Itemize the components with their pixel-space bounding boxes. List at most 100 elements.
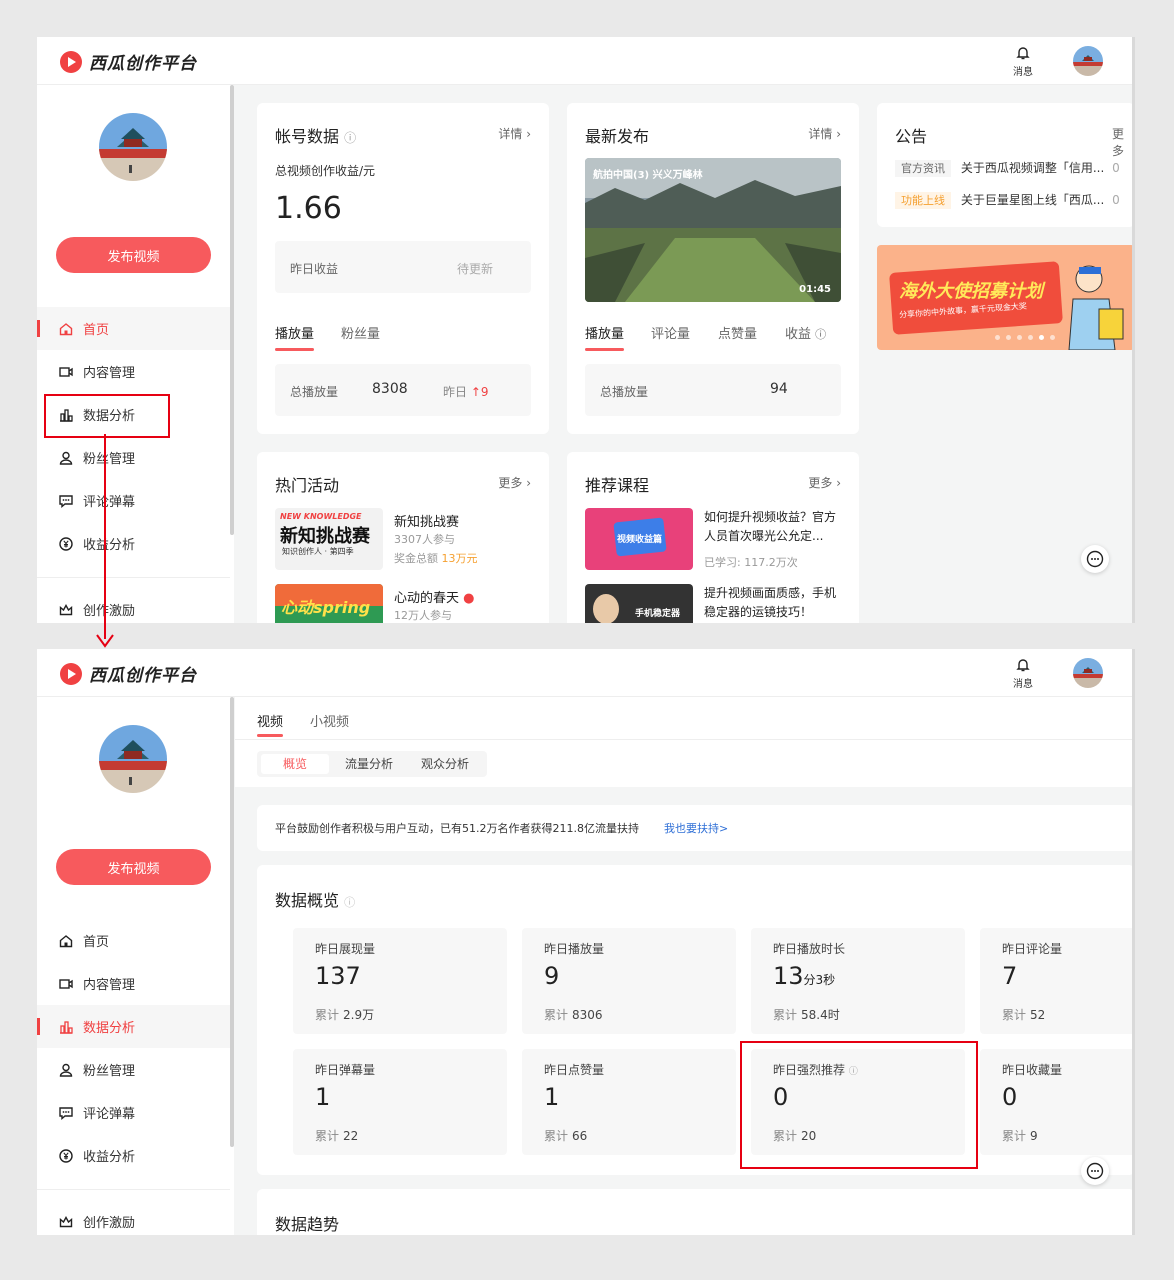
tab-likes[interactable]: 点赞量 xyxy=(718,323,757,342)
courses-more-link[interactable]: 更多 › xyxy=(808,474,841,491)
user-avatar[interactable] xyxy=(1073,46,1103,76)
profile-avatar[interactable] xyxy=(99,113,167,181)
sidebar-item-analytics[interactable]: 数据分析 xyxy=(37,1005,230,1048)
banner-headline: 海外大使招募计划 xyxy=(899,281,1043,302)
sidebar-item-fans[interactable]: 粉丝管理 xyxy=(37,1048,230,1091)
user-icon xyxy=(59,1063,73,1077)
sidebar-item-incentive[interactable]: 创作激励 xyxy=(37,588,230,623)
sidebar-item-content[interactable]: 内容管理 xyxy=(37,350,230,393)
stat-value: 13分3秒 xyxy=(773,962,836,990)
arrow-down-icon xyxy=(96,634,114,648)
card-title: 帐号数据 ⓘ xyxy=(275,127,357,146)
event-participants: 3307人参与 xyxy=(394,533,455,546)
subtab-traffic[interactable]: 流量分析 xyxy=(345,755,393,772)
card-title: 最新发布 xyxy=(585,127,650,146)
event-name: 心动的春天 ● xyxy=(394,591,475,606)
sidebar-item-incentive[interactable]: 创作激励 xyxy=(37,1200,230,1235)
sidebar-item-label: 收益分析 xyxy=(83,538,136,553)
course-item[interactable]: 视频收益篇 如何提升视频收益？官方人员首次曝光公允定... 已学习: 117.2… xyxy=(585,508,841,570)
sidebar-item-revenue[interactable]: 收益分析 xyxy=(37,1134,230,1177)
account-data-card: 帐号数据 ⓘ 详情 › 总视频创作收益/元 1.66 昨日收益 待更新 播放量 … xyxy=(257,103,549,434)
event-item[interactable]: 心动spring 心动的春天 ● 12万人参与 xyxy=(275,584,531,623)
chat-float-button[interactable] xyxy=(1081,1157,1109,1185)
sidebar-item-home[interactable]: 首页 xyxy=(37,307,230,350)
subtab-overview[interactable]: 概览 xyxy=(261,754,329,774)
support-notice-text: 平台鼓励创作者积极与用户互动，已有51.2万名作者获得211.8亿流量扶持 xyxy=(275,822,639,835)
chat-float-button[interactable] xyxy=(1081,545,1109,573)
event-prize: 奖金总额 13万元 xyxy=(394,552,478,565)
stat-value: 1 xyxy=(315,1083,331,1111)
chat-icon xyxy=(1086,550,1104,568)
stat-label: 昨日收藏量 xyxy=(1002,1063,1063,1077)
messages-button[interactable]: 消息 xyxy=(1011,45,1035,78)
event-item[interactable]: NEW KNOWLEDGE 新知挑战赛 知识创作人 · 第四季 新知挑战赛 33… xyxy=(275,508,531,570)
events-more-link[interactable]: 更多 › xyxy=(498,474,531,491)
banner-character xyxy=(1068,265,1124,350)
messages-label: 消息 xyxy=(1013,679,1033,690)
yuan-icon xyxy=(59,1148,73,1163)
publish-video-button[interactable]: 发布视频 xyxy=(56,849,211,885)
card-title: 推荐课程 xyxy=(585,476,650,495)
sidebar-item-content[interactable]: 内容管理 xyxy=(37,962,230,1005)
profile-avatar[interactable] xyxy=(99,725,167,793)
support-link[interactable]: 我也要扶持> xyxy=(664,820,728,836)
tab-plays[interactable]: 播放量 xyxy=(585,323,625,351)
video-thumbnail[interactable]: 航拍中国(3) 兴义万峰林 01:45 xyxy=(585,158,841,302)
video-title: 航拍中国(3) 兴义万峰林 xyxy=(593,170,703,181)
tab-comments[interactable]: 评论量 xyxy=(651,323,690,342)
course-thumbnail: 视频收益篇 xyxy=(585,508,693,570)
total-plays-label: 总播放量 xyxy=(600,385,649,399)
stat-label: 昨日弹幕量 xyxy=(315,1063,376,1077)
sidebar: 发布视频 首页 内容管理 数据分析 粉丝管理 评论弹幕 收益分析 创作激励 xyxy=(37,697,234,1235)
messages-button[interactable]: 消息 xyxy=(1011,657,1035,690)
sidebar-item-fans[interactable]: 粉丝管理 xyxy=(37,436,230,479)
sidebar-divider xyxy=(37,577,230,578)
notice-item[interactable]: 功能上线 关于巨量星图上线「西瓜... 0 xyxy=(895,191,1135,209)
course-item[interactable]: 手机稳定器 提升视频画面质感，手机稳定器的运镜技巧！ xyxy=(585,584,841,623)
sidebar-item-comments[interactable]: 评论弹幕 xyxy=(37,1091,230,1134)
event-participants: 12万人参与 xyxy=(394,609,452,622)
latest-detail-link[interactable]: 详情 › xyxy=(808,125,841,142)
tab-plays[interactable]: 播放量 xyxy=(275,323,315,351)
tab-video[interactable]: 视频 xyxy=(257,711,283,730)
sidebar-item-label: 创作激励 xyxy=(83,1216,136,1231)
promo-banner[interactable]: 海外大使招募计划 分享你的中外故事，赢千元现金大奖 xyxy=(877,245,1135,350)
messages-label: 消息 xyxy=(1013,67,1033,78)
stat-likes[interactable]: 昨日点赞量 1 累计 66 xyxy=(522,1049,736,1155)
total-plays-box: 总播放量 8308 昨日 ↑9 xyxy=(275,364,531,416)
sidebar-item-revenue[interactable]: 收益分析 xyxy=(37,522,230,565)
logo[interactable]: 西瓜创作平台 xyxy=(59,49,197,74)
page-scrollbar[interactable] xyxy=(1132,37,1135,623)
stat-watch-time[interactable]: 昨日播放时长 13分3秒 累计 58.4时 xyxy=(751,928,965,1034)
notice-item[interactable]: 官方资讯 关于西瓜视频调整「信用... 0 xyxy=(895,159,1135,177)
user-avatar[interactable] xyxy=(1073,658,1103,688)
publish-video-button[interactable]: 发布视频 xyxy=(56,237,211,273)
stat-danmaku[interactable]: 昨日弹幕量 1 累计 22 xyxy=(293,1049,507,1155)
info-icon: ⓘ xyxy=(344,896,356,909)
account-detail-link[interactable]: 详情 › xyxy=(498,125,531,142)
sidebar-nav: 首页 内容管理 数据分析 粉丝管理 评论弹幕 收益分析 创作激励 xyxy=(37,919,230,1235)
stat-value: 7 xyxy=(1002,962,1018,990)
carousel-dots[interactable] xyxy=(995,335,1055,340)
recommended-courses-card: 推荐课程 更多 › 视频收益篇 如何提升视频收益？官方人员首次曝光公允定... … xyxy=(567,452,859,623)
event-name: 新知挑战赛 xyxy=(394,515,460,530)
subtab-audience[interactable]: 观众分析 xyxy=(421,755,469,772)
highlight-box-strong-recommend xyxy=(740,1041,978,1169)
stat-comments[interactable]: 昨日评论量 7 累计 52 xyxy=(980,928,1135,1034)
stat-plays[interactable]: 昨日播放量 9 累计 8306 xyxy=(522,928,736,1034)
tab-fans[interactable]: 粉丝量 xyxy=(341,323,380,342)
sidebar-item-home[interactable]: 首页 xyxy=(37,919,230,962)
logo[interactable]: 西瓜创作平台 xyxy=(59,661,197,686)
tab-short-video[interactable]: 小视频 xyxy=(310,711,349,730)
sidebar-item-comments[interactable]: 评论弹幕 xyxy=(37,479,230,522)
hot-events-card: 热门活动 更多 › NEW KNOWLEDGE 新知挑战赛 知识创作人 · 第四… xyxy=(257,452,549,623)
sidebar-scrollbar[interactable] xyxy=(230,85,234,535)
page-scrollbar[interactable] xyxy=(1132,649,1135,1235)
yesterday-earnings-box: 昨日收益 待更新 xyxy=(275,241,531,293)
stat-impressions[interactable]: 昨日展现量 137 累计 2.9万 xyxy=(293,928,507,1034)
earnings-value: 1.66 xyxy=(275,191,342,226)
tab-revenue[interactable]: 收益 ⓘ xyxy=(785,323,826,342)
sidebar-scrollbar[interactable] xyxy=(230,697,234,1147)
bar-chart-icon xyxy=(60,1020,73,1034)
stat-favorites[interactable]: 昨日收藏量 0 累计 9 xyxy=(980,1049,1135,1155)
